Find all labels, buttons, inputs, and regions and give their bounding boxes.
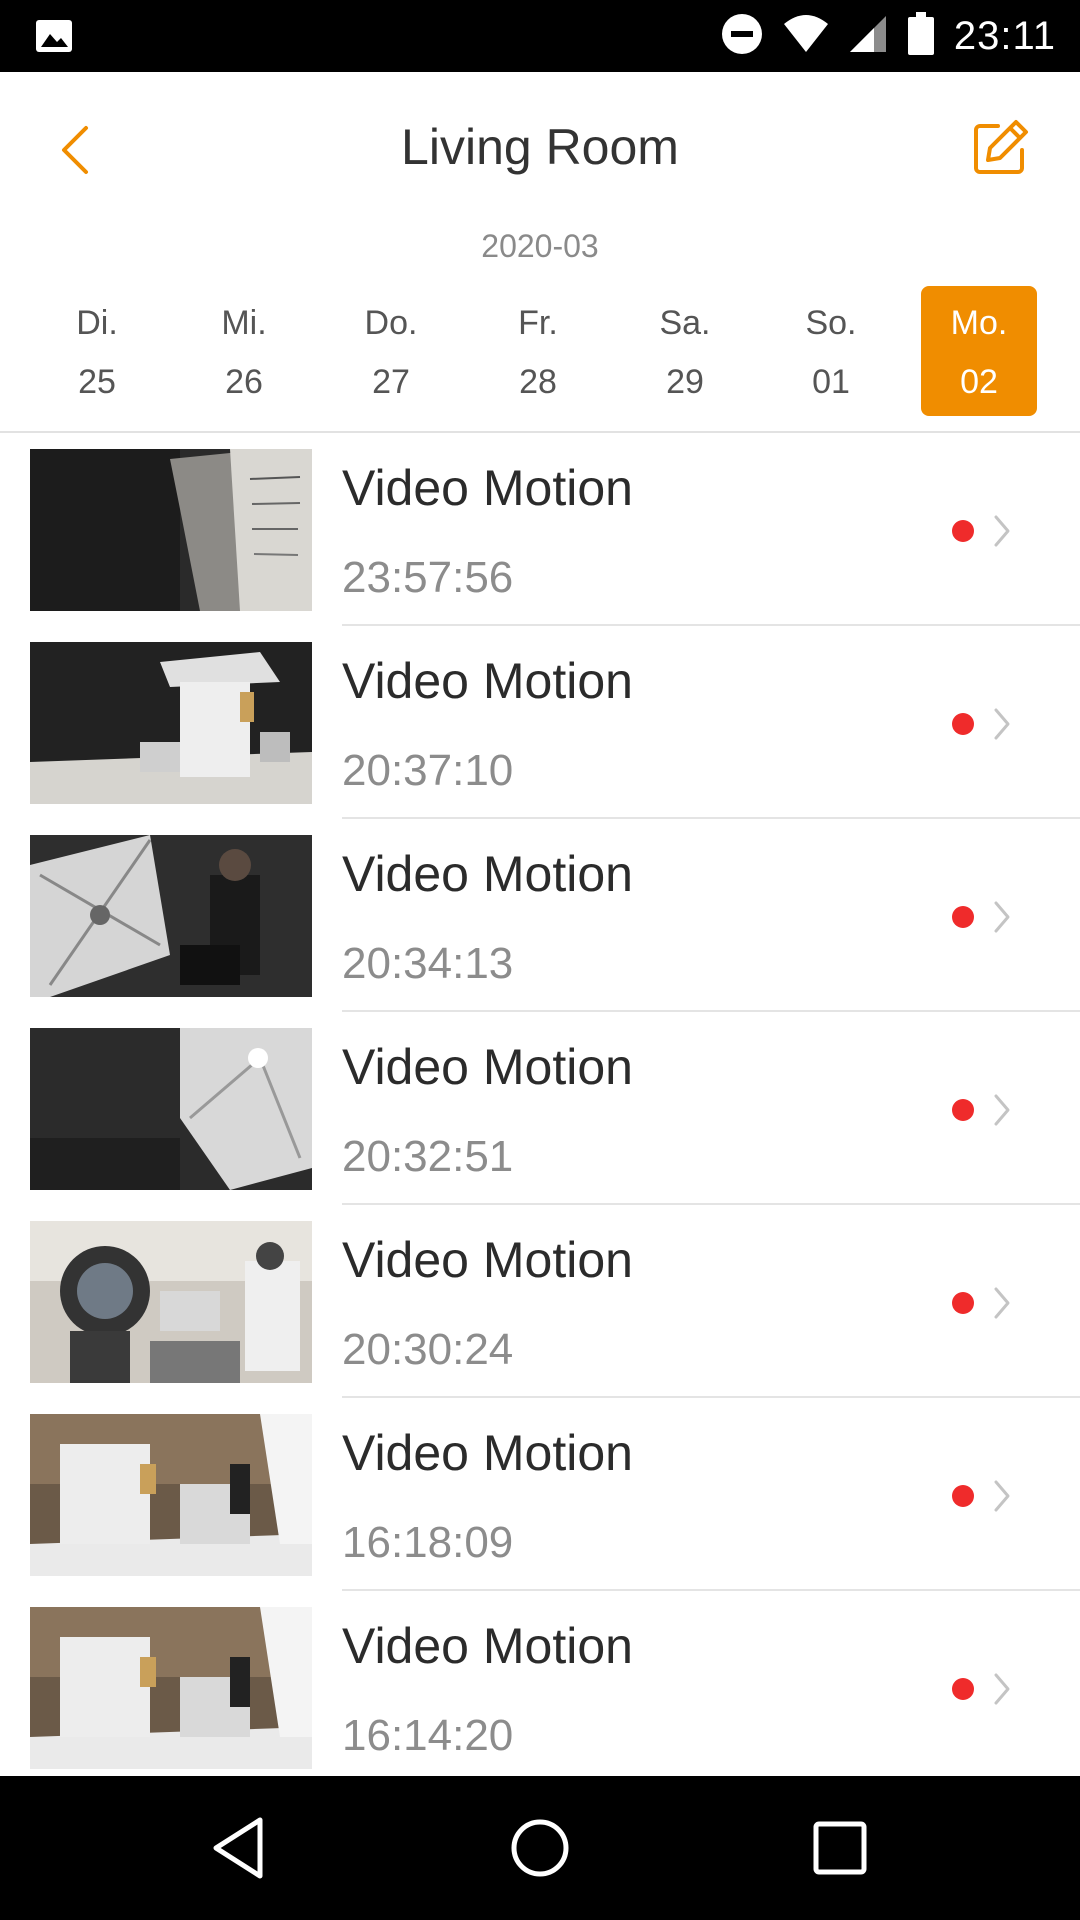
recording-indicator <box>952 1485 974 1507</box>
event-title: Video Motion <box>342 1425 633 1481</box>
event-title: Video Motion <box>342 653 633 709</box>
day-item-selected[interactable]: Mo. 02 <box>921 286 1037 416</box>
recording-indicator <box>952 906 974 928</box>
chevron-right-icon <box>992 513 1012 554</box>
day-number: 27 <box>372 363 410 401</box>
page-title: Living Room <box>401 119 679 175</box>
event-time: 23:57:56 <box>342 553 514 602</box>
video-thumbnail <box>30 1414 312 1576</box>
day-number: 02 <box>960 363 998 401</box>
recording-indicator <box>952 1292 974 1314</box>
event-title: Video Motion <box>342 1618 633 1674</box>
video-thumbnail <box>30 835 312 997</box>
video-thumbnail <box>30 449 312 611</box>
chevron-right-icon <box>992 706 1012 747</box>
recents-square-icon[interactable] <box>804 1812 876 1884</box>
recording-indicator <box>952 713 974 735</box>
event-row[interactable]: Video Motion 20:37:10 <box>0 626 1080 819</box>
app-header: Living Room <box>0 72 1080 227</box>
event-time: 20:34:13 <box>342 939 514 988</box>
edit-icon <box>968 120 1032 184</box>
event-row[interactable]: Video Motion 20:32:51 <box>0 1012 1080 1205</box>
day-name: Fr. <box>518 304 558 342</box>
event-time: 20:37:10 <box>342 746 514 795</box>
chevron-right-icon <box>992 1092 1012 1133</box>
wifi-icon <box>782 14 830 59</box>
chevron-right-icon <box>992 1285 1012 1326</box>
day-number: 01 <box>812 363 850 401</box>
back-triangle-icon[interactable] <box>204 1812 276 1884</box>
recording-indicator <box>952 1099 974 1121</box>
event-time: 16:18:09 <box>342 1518 514 1567</box>
do-not-disturb-icon <box>720 12 764 61</box>
video-thumbnail <box>30 1607 312 1769</box>
day-number: 29 <box>666 363 704 401</box>
day-number: 25 <box>78 363 116 401</box>
event-row[interactable]: Video Motion 23:57:56 <box>0 433 1080 626</box>
signal-icon <box>848 14 888 59</box>
day-item[interactable]: So. 01 <box>773 286 889 416</box>
day-name: Di. <box>76 304 118 342</box>
day-number: 28 <box>519 363 557 401</box>
chevron-right-icon <box>992 1478 1012 1519</box>
chevron-right-icon <box>992 1671 1012 1712</box>
event-title: Video Motion <box>342 1232 633 1288</box>
event-time: 20:32:51 <box>342 1132 514 1181</box>
clock: 23:11 <box>953 13 1056 58</box>
event-row[interactable]: Video Motion 20:34:13 <box>0 819 1080 1012</box>
day-item[interactable]: Fr. 28 <box>480 286 596 416</box>
event-title: Video Motion <box>342 1039 633 1095</box>
video-thumbnail <box>30 642 312 804</box>
day-name: Do. <box>364 304 418 342</box>
day-item[interactable]: Di. 25 <box>39 286 155 416</box>
day-item[interactable]: Mi. 26 <box>186 286 302 416</box>
system-nav-bar <box>0 1776 1080 1920</box>
chevron-right-icon <box>992 899 1012 940</box>
day-name: Sa. <box>659 304 711 342</box>
recording-indicator <box>952 1678 974 1700</box>
video-thumbnail <box>30 1221 312 1383</box>
edit-button[interactable] <box>968 116 1032 180</box>
event-list: Video Motion 23:57:56 Video Motion 20:37… <box>0 433 1080 1784</box>
day-selector: Di. 25 Mi. 26 Do. 27 Fr. 28 Sa. 29 So. 0… <box>0 286 1080 416</box>
event-row[interactable]: Video Motion 16:18:09 <box>0 1398 1080 1591</box>
event-title: Video Motion <box>342 846 633 902</box>
event-time: 20:30:24 <box>342 1325 514 1374</box>
day-number: 26 <box>225 363 263 401</box>
home-circle-icon[interactable] <box>504 1812 576 1884</box>
gallery-icon <box>34 18 74 59</box>
day-name: Mo. <box>950 304 1008 342</box>
recording-indicator <box>952 520 974 542</box>
status-bar: 23:11 <box>0 0 1080 72</box>
event-title: Video Motion <box>342 460 633 516</box>
day-item[interactable]: Do. 27 <box>333 286 449 416</box>
event-row[interactable]: Video Motion 16:14:20 <box>0 1591 1080 1784</box>
event-time: 16:14:20 <box>342 1711 514 1760</box>
day-item[interactable]: Sa. 29 <box>627 286 743 416</box>
day-name: So. <box>805 304 857 342</box>
video-thumbnail <box>30 1028 312 1190</box>
day-name: Mi. <box>221 304 267 342</box>
month-label: 2020-03 <box>481 228 599 264</box>
battery-icon <box>906 11 936 62</box>
event-row[interactable]: Video Motion 20:30:24 <box>0 1205 1080 1398</box>
